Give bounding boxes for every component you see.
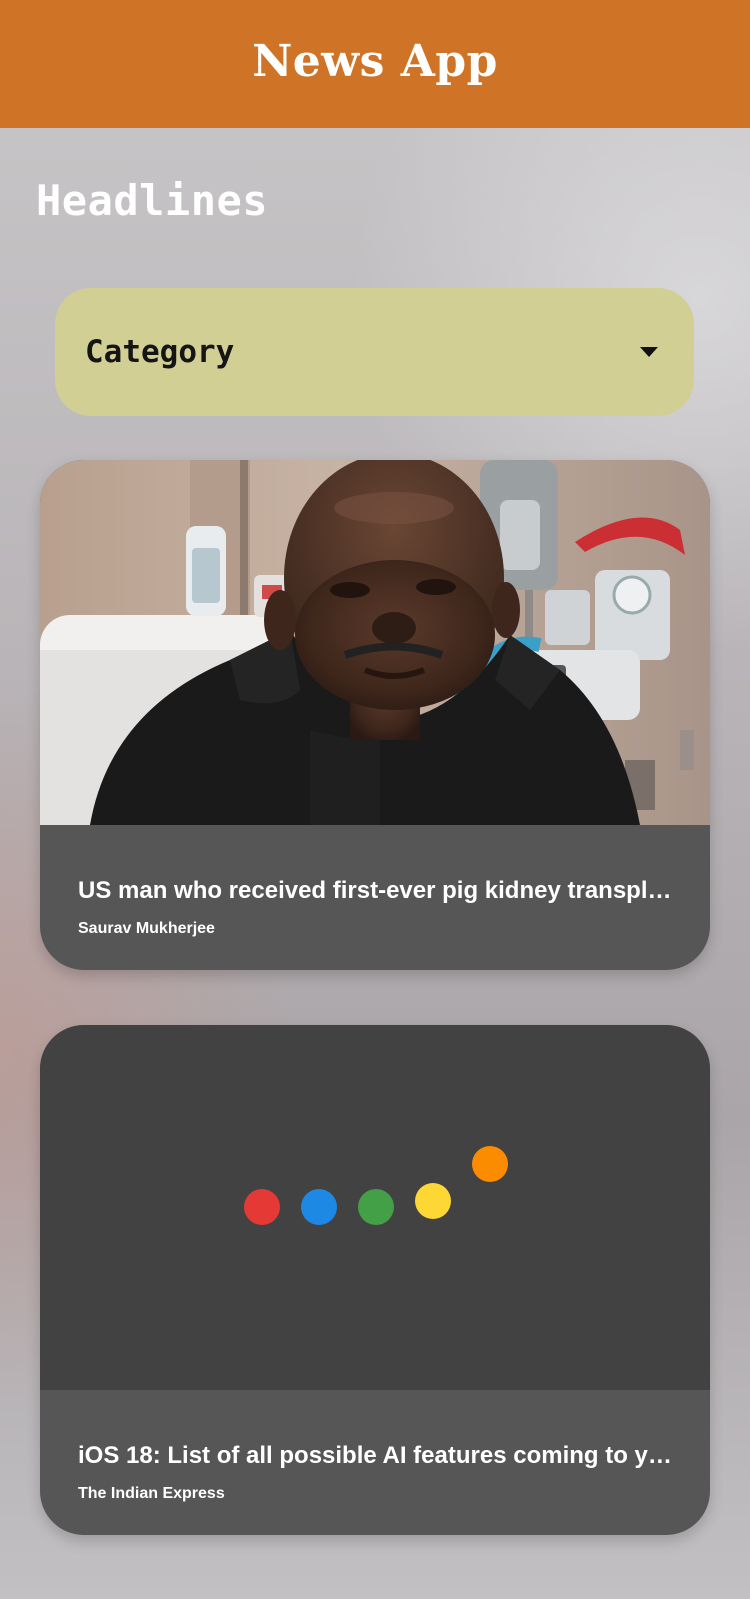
category-dropdown[interactable]: Category [55,288,694,416]
loading-indicator [40,1025,710,1390]
loader-dot-blue [301,1189,337,1225]
article-image [40,1025,710,1390]
app-title: News App [252,35,498,87]
article-card[interactable]: US man who received first-ever pig kidne… [40,460,710,970]
article-title: iOS 18: List of all possible AI features… [78,1442,678,1469]
article-image [40,460,710,825]
loader-dot-red [244,1189,280,1225]
loader-dot-orange [472,1146,508,1182]
loader-dot-yellow [415,1183,451,1219]
article-info: US man who received first-ever pig kidne… [40,825,710,970]
article-title: US man who received first-ever pig kidne… [78,877,678,904]
article-source: Saurav Mukherjee [78,920,215,937]
app-bar: News App [0,0,750,128]
article-card[interactable]: iOS 18: List of all possible AI features… [40,1025,710,1535]
loader-dot-green [358,1189,394,1225]
arrow-drop-down-icon [640,347,658,357]
article-info: iOS 18: List of all possible AI features… [40,1390,710,1535]
section-heading: Headlines [36,176,269,225]
article-source: The Indian Express [78,1485,225,1502]
category-dropdown-label: Category [85,334,235,370]
